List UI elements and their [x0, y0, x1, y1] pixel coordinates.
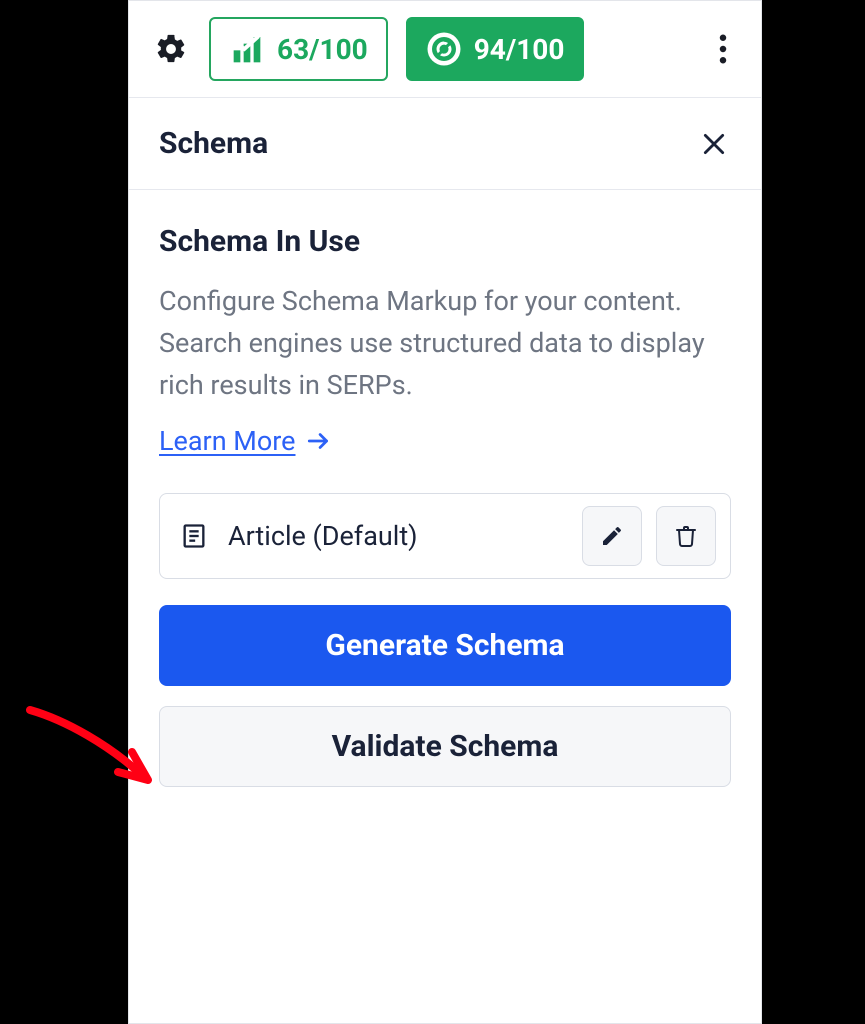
analyzer-icon — [426, 31, 462, 67]
trash-icon — [674, 524, 698, 548]
schema-panel: 63/100 94/100 Schema Sc — [128, 0, 762, 1024]
panel-title: Schema — [159, 126, 268, 161]
gear-icon — [154, 32, 188, 66]
schema-item-name: Article (Default) — [228, 520, 568, 552]
rankmath-icon — [229, 31, 265, 67]
score-1-value: 63/100 — [277, 33, 368, 66]
pencil-icon — [600, 524, 624, 548]
schema-item-row: Article (Default) — [159, 493, 731, 579]
learn-more-link[interactable]: Learn More — [159, 425, 332, 457]
more-menu-button[interactable] — [703, 29, 743, 69]
article-icon — [174, 516, 214, 556]
score-badge-2[interactable]: 94/100 — [406, 17, 585, 81]
generate-schema-button[interactable]: Generate Schema — [159, 605, 731, 686]
arrow-right-icon — [306, 428, 332, 454]
panel-body: Schema In Use Configure Schema Markup fo… — [129, 190, 761, 807]
score-2-value: 94/100 — [474, 33, 565, 66]
close-button[interactable] — [697, 127, 731, 161]
learn-more-label: Learn More — [159, 425, 296, 457]
more-vertical-icon — [719, 34, 727, 64]
panel-header: 63/100 94/100 — [129, 1, 761, 98]
validate-schema-button[interactable]: Validate Schema — [159, 706, 731, 787]
close-icon — [701, 131, 727, 157]
settings-button[interactable] — [151, 29, 191, 69]
section-description: Configure Schema Markup for your content… — [159, 281, 731, 407]
panel-titlebar: Schema — [129, 98, 761, 190]
edit-schema-button[interactable] — [582, 506, 642, 566]
score-badge-1[interactable]: 63/100 — [209, 17, 388, 81]
delete-schema-button[interactable] — [656, 506, 716, 566]
section-title: Schema In Use — [159, 224, 731, 259]
